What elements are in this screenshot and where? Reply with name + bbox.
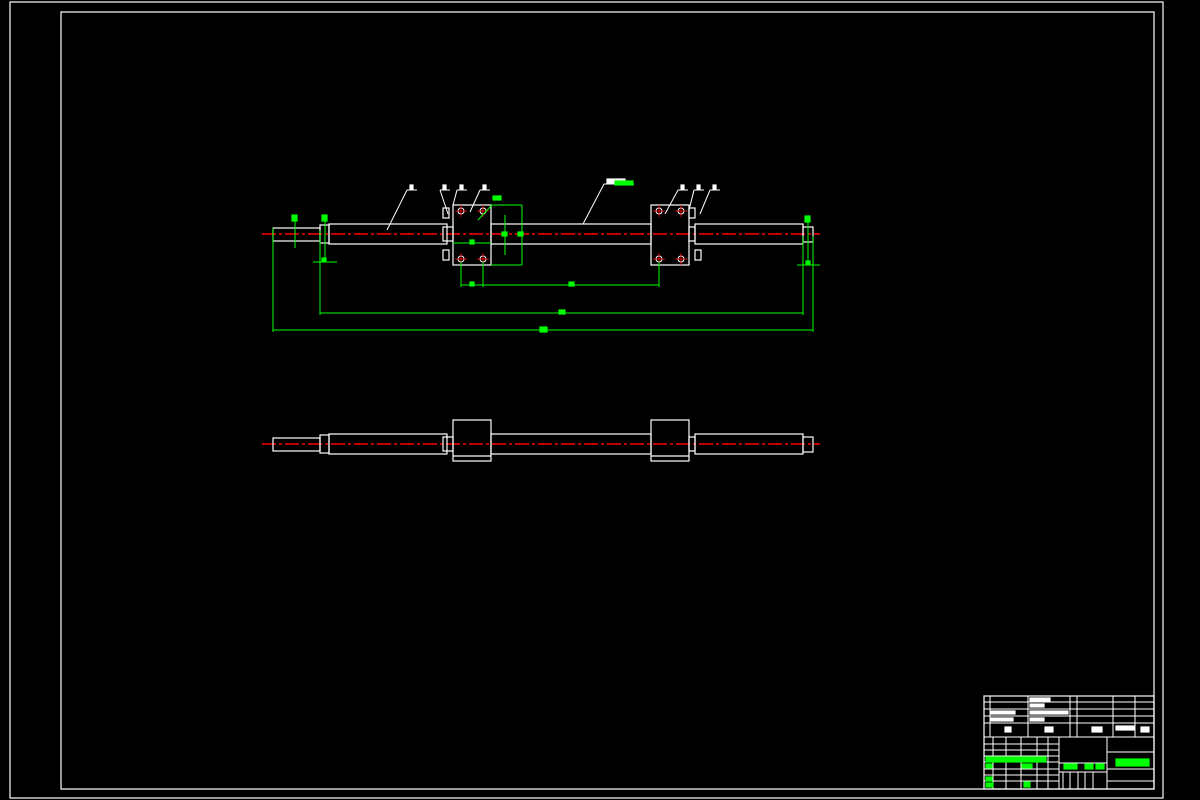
title-block-text	[985, 776, 993, 782]
dimension-text	[291, 214, 298, 222]
title-block-text	[1084, 763, 1094, 770]
leader-line	[469, 189, 481, 213]
outer-border	[9, 1, 1164, 799]
title-block-text	[990, 717, 1014, 722]
dimension-text	[558, 309, 566, 315]
title-block-text	[1029, 710, 1069, 715]
dimension-text	[517, 231, 524, 237]
title-block-text	[1023, 781, 1031, 788]
flange-tab	[688, 207, 696, 219]
title-block-text	[1029, 697, 1051, 702]
leader-line	[582, 183, 605, 225]
dimension-text	[492, 195, 502, 201]
title-block-text	[990, 710, 1016, 715]
balloon-label	[442, 184, 447, 190]
dimensions	[272, 180, 820, 333]
title-block-text	[1063, 763, 1078, 770]
leader-line	[664, 189, 679, 215]
dimension-text	[805, 260, 811, 265]
title-block-text	[985, 782, 994, 788]
dimension-text	[501, 231, 508, 237]
title-block-text	[1029, 717, 1045, 722]
top-view	[262, 419, 820, 462]
nut-block-right	[650, 419, 690, 462]
inner-border	[60, 11, 1155, 790]
nut-block-left	[452, 419, 492, 462]
nut-block-right	[650, 204, 690, 266]
title-block-text	[1044, 726, 1054, 733]
title-block-text	[985, 763, 993, 769]
front-view	[262, 178, 820, 266]
flange-tab	[694, 249, 702, 261]
title-block-text	[1029, 703, 1045, 708]
balloon-label	[409, 184, 414, 190]
title-block-text	[1095, 763, 1105, 770]
dimension-text	[469, 239, 475, 245]
title-block-text	[985, 756, 1047, 763]
title-block-text	[1115, 758, 1150, 767]
leader-line	[688, 189, 695, 211]
title-block-text	[1091, 726, 1103, 733]
balloon-label	[680, 184, 685, 190]
title-block-text	[1004, 726, 1012, 733]
balloon-label	[696, 184, 701, 190]
drawing-frame	[9, 1, 1164, 799]
balloon-label	[482, 184, 487, 190]
cad-drawing	[9, 1, 1164, 799]
balloon-label	[459, 184, 464, 190]
title-block-text	[1115, 725, 1135, 731]
dimension-text	[539, 326, 548, 333]
dimension-text	[614, 180, 634, 186]
nut-block-left	[452, 204, 492, 266]
leader-line	[439, 189, 449, 215]
balloon-label	[712, 184, 717, 190]
dimension-text	[804, 215, 811, 223]
leader-line	[452, 189, 458, 206]
title-block	[983, 695, 1155, 790]
dimension-text	[469, 281, 475, 287]
dimension-text	[568, 281, 575, 287]
dimension-text	[321, 214, 328, 222]
title-block-text	[1140, 726, 1150, 733]
leader-line	[699, 189, 711, 215]
flange-tab	[442, 249, 450, 261]
title-block-text	[1021, 763, 1033, 769]
dimension-text	[321, 257, 327, 262]
